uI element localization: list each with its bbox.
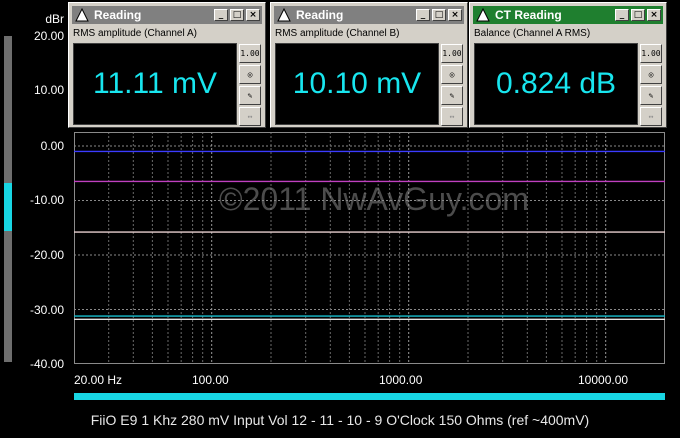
frequency-response-plot[interactable]: ©2011 NwAvGuy.com bbox=[74, 132, 665, 364]
edit-icon[interactable]: ✎ bbox=[441, 86, 463, 105]
resize-icon[interactable]: ↔ bbox=[239, 107, 261, 126]
reading-value: 0.824 dB bbox=[495, 67, 617, 100]
reading-window-channel-b[interactable]: Reading _ □ × RMS amplitude (Channel B) … bbox=[270, 2, 468, 128]
side-toolbar: 1.00 ◎ ✎ ↔ bbox=[239, 44, 261, 128]
meter-icon bbox=[75, 8, 89, 22]
maximize-button[interactable]: □ bbox=[230, 9, 244, 21]
x-tick-label: 10000.00 bbox=[578, 373, 629, 387]
reading-window-channel-a[interactable]: Reading _ □ × RMS amplitude (Channel A) … bbox=[68, 2, 266, 128]
close-button[interactable]: × bbox=[647, 9, 661, 21]
format-button[interactable]: 1.00 bbox=[640, 44, 662, 63]
vertical-scroll-thumb[interactable] bbox=[4, 183, 12, 231]
reading-window-balance[interactable]: CT Reading _ □ × Balance (Channel A RMS)… bbox=[469, 2, 667, 128]
edit-icon[interactable]: ✎ bbox=[640, 86, 662, 105]
close-button[interactable]: × bbox=[246, 9, 260, 21]
reading-value: 10.10 mV bbox=[292, 67, 422, 100]
y-tick-label: -40.00 bbox=[29, 357, 64, 371]
horizontal-scroll-bar[interactable] bbox=[74, 393, 665, 400]
caption: FiiO E9 1 Khz 280 mV Input Vol 12 - 11 -… bbox=[90, 412, 590, 428]
x-tick-label: 1000.00 bbox=[379, 373, 423, 387]
window-titlebar[interactable]: CT Reading _ □ × bbox=[473, 6, 663, 24]
format-button[interactable]: 1.00 bbox=[239, 44, 261, 63]
y-tick-label: -30.00 bbox=[29, 303, 64, 317]
meter-settings-icon[interactable]: ◎ bbox=[640, 65, 662, 84]
window-title: Reading bbox=[296, 8, 344, 22]
window-titlebar[interactable]: Reading _ □ × bbox=[72, 6, 262, 24]
measurement-label: Balance (Channel A RMS) bbox=[474, 28, 591, 39]
reading-display: 0.824 dB bbox=[474, 43, 638, 125]
minimize-button[interactable]: _ bbox=[615, 9, 629, 21]
side-toolbar: 1.00 ◎ ✎ ↔ bbox=[441, 44, 463, 128]
measurement-label: RMS amplitude (Channel A) bbox=[73, 28, 197, 39]
reading-value: 11.11 mV bbox=[93, 67, 217, 100]
window-title: CT Reading bbox=[495, 8, 562, 22]
x-tick-label: 100.00 bbox=[192, 373, 229, 387]
meter-settings-icon[interactable]: ◎ bbox=[441, 65, 463, 84]
edit-icon[interactable]: ✎ bbox=[239, 86, 261, 105]
y-tick-label: -10.00 bbox=[29, 193, 64, 207]
resize-icon[interactable]: ↔ bbox=[441, 107, 463, 126]
y-tick-label: 20.00 bbox=[33, 29, 64, 43]
meter-settings-icon[interactable]: ◎ bbox=[239, 65, 261, 84]
close-button[interactable]: × bbox=[448, 9, 462, 21]
window-title: Reading bbox=[94, 8, 142, 22]
plot-frame bbox=[74, 132, 665, 364]
minimize-button[interactable]: _ bbox=[214, 9, 228, 21]
maximize-button[interactable]: □ bbox=[432, 9, 446, 21]
measurement-label: RMS amplitude (Channel B) bbox=[275, 28, 400, 39]
reading-display: 10.10 mV bbox=[275, 43, 439, 125]
x-tick-label: 20.00 Hz bbox=[74, 373, 123, 387]
maximize-button[interactable]: □ bbox=[631, 9, 645, 21]
plot-series bbox=[74, 150, 665, 321]
y-axis-unit: dBr bbox=[45, 12, 64, 26]
reading-display: 11.11 mV bbox=[73, 43, 237, 125]
meter-icon bbox=[277, 8, 291, 22]
window-titlebar[interactable]: Reading _ □ × bbox=[274, 6, 464, 24]
meter-icon bbox=[476, 8, 490, 22]
y-tick-label: 0.00 bbox=[40, 139, 64, 153]
minimize-button[interactable]: _ bbox=[416, 9, 430, 21]
resize-icon[interactable]: ↔ bbox=[640, 107, 662, 126]
y-tick-label: 10.00 bbox=[33, 83, 64, 97]
side-toolbar: 1.00 ◎ ✎ ↔ bbox=[640, 44, 662, 128]
format-button[interactable]: 1.00 bbox=[441, 44, 463, 63]
plot-grid bbox=[74, 132, 665, 364]
y-tick-label: -20.00 bbox=[29, 248, 64, 262]
watermark: ©2011 NwAvGuy.com bbox=[219, 181, 529, 217]
